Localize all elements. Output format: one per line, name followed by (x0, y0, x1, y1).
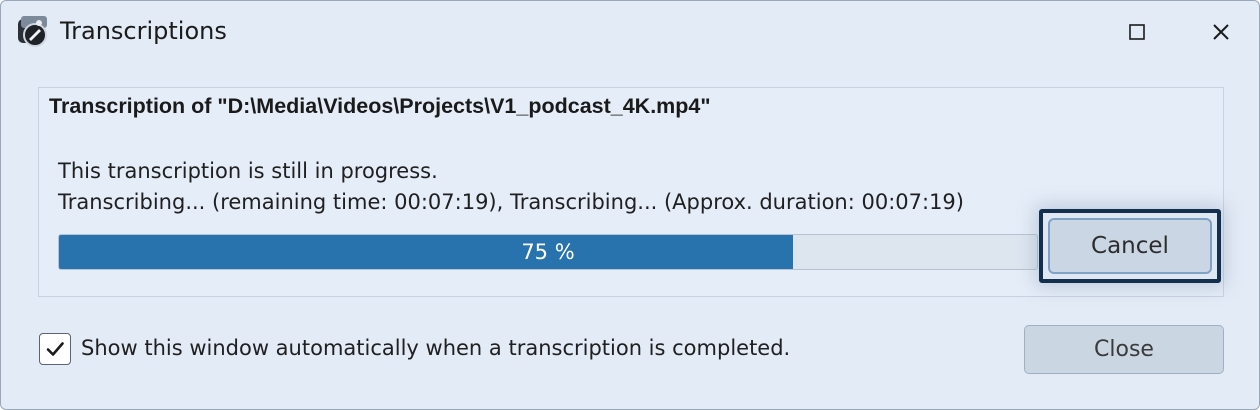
cancel-button[interactable]: Cancel (1048, 218, 1212, 274)
title-bar: Transcriptions (1, 1, 1259, 63)
close-icon (1213, 24, 1229, 40)
maximize-icon (1129, 24, 1145, 40)
transcription-heading: Transcription of "D:\Media\Videos\Projec… (49, 94, 711, 118)
progress-bar: 75 % (58, 234, 1038, 270)
auto-show-checkbox[interactable] (39, 333, 71, 365)
checkmark-icon (46, 342, 64, 356)
progress-label: 75 % (521, 240, 575, 264)
cancel-focus-ring: Cancel (1039, 209, 1221, 283)
transcriptions-dialog: Transcriptions Transcription of "D:\Medi… (0, 0, 1260, 410)
window-title: Transcriptions (60, 17, 227, 45)
app-icon (17, 15, 49, 47)
close-window-button[interactable] (1201, 14, 1241, 50)
maximize-button[interactable] (1117, 14, 1157, 50)
close-button[interactable]: Close (1024, 325, 1224, 374)
status-text: This transcription is still in progress. (58, 159, 438, 183)
auto-show-checkbox-label: Show this window automatically when a tr… (81, 336, 791, 360)
progress-detail-text: Transcribing... (remaining time: 00:07:1… (58, 190, 964, 214)
